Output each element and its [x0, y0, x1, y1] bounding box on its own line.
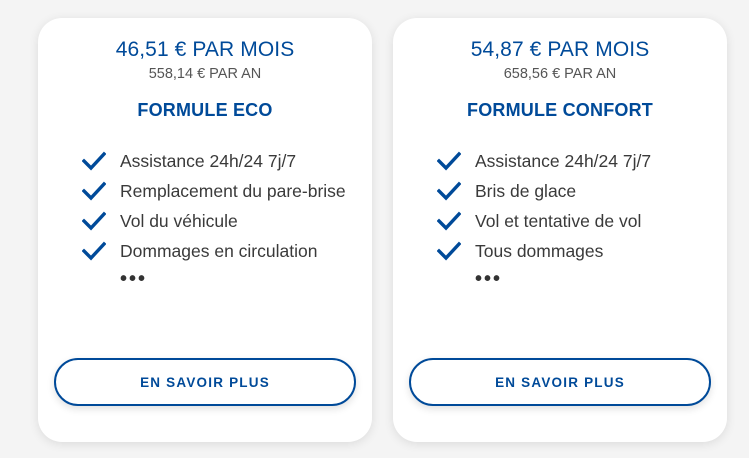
learn-more-button[interactable]: EN SAVOIR PLUS [54, 358, 356, 406]
plan-name: FORMULE CONFORT [467, 100, 653, 120]
plans-section: 46,51 € PAR MOIS 558,14 € PAR AN FORMULE… [0, 0, 749, 458]
check-icon [82, 146, 106, 176]
check-icon [82, 206, 106, 236]
feature-label: Vol et tentative de vol [475, 211, 642, 231]
price-per-month: 46,51 € PAR MOIS [115, 38, 295, 61]
more-dots: ••• [475, 268, 503, 290]
plan-card-eco: 46,51 € PAR MOIS 558,14 € PAR AN FORMULE… [38, 18, 372, 442]
more-dots: ••• [120, 268, 148, 290]
feature-label: Dommages en circulation [120, 241, 318, 261]
check-icon [437, 236, 461, 266]
check-icon [437, 206, 461, 236]
price-per-year: 558,14 € PAR AN [148, 66, 262, 82]
feature-list: Assistance 24h/24 7j/7 Bris de glace Vol… [437, 146, 707, 292]
more-indicator: ••• [437, 266, 707, 292]
feature-item: Bris de glace [437, 176, 707, 206]
check-icon [82, 236, 106, 266]
feature-label: Remplacement du pare-brise [120, 181, 346, 201]
feature-item: Vol et tentative de vol [437, 206, 707, 236]
feature-label: Bris de glace [475, 181, 577, 201]
feature-item: Remplacement du pare-brise [82, 176, 352, 206]
feature-item: Assistance 24h/24 7j/7 [437, 146, 707, 176]
feature-label: Vol du véhicule [120, 211, 238, 231]
check-icon [437, 176, 461, 206]
feature-item: Tous dommages [437, 236, 707, 266]
learn-more-button[interactable]: EN SAVOIR PLUS [409, 358, 711, 406]
feature-item: Assistance 24h/24 7j/7 [82, 146, 352, 176]
plan-name: FORMULE ECO [137, 100, 273, 120]
feature-item: Vol du véhicule [82, 206, 352, 236]
feature-label: Assistance 24h/24 7j/7 [475, 151, 652, 171]
feature-item: Dommages en circulation [82, 236, 352, 266]
feature-label: Tous dommages [475, 241, 604, 261]
check-icon [82, 176, 106, 206]
check-icon [437, 146, 461, 176]
price-per-month: 54,87 € PAR MOIS [470, 38, 650, 61]
plan-card-confort: 54,87 € PAR MOIS 658,56 € PAR AN FORMULE… [393, 18, 727, 442]
feature-label: Assistance 24h/24 7j/7 [120, 151, 297, 171]
price-per-year: 658,56 € PAR AN [503, 66, 617, 82]
more-indicator: ••• [82, 266, 352, 292]
feature-list: Assistance 24h/24 7j/7 Remplacement du p… [82, 146, 352, 292]
